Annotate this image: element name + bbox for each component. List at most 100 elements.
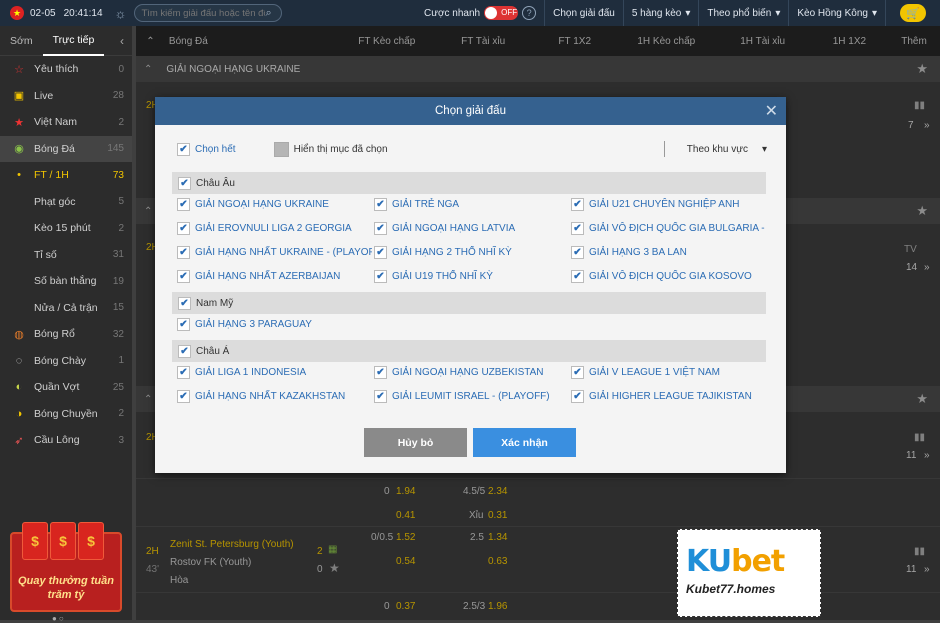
- promo-banner[interactable]: $ $ $ Quay thưởng tuần trăm tỷ: [10, 522, 122, 612]
- sidebar-item-label: Việt Nam: [34, 116, 77, 129]
- sidebar-item-volleyball[interactable]: ◑ Bóng Chuyền 2: [0, 401, 132, 428]
- sidebar-item-favorites[interactable]: ☆ Yêu thích 0: [0, 56, 132, 83]
- choose-league-label: Chọn giải đấu: [553, 7, 615, 19]
- league-checkbox[interactable]: ✔ GIẢI NGOẠI HẠNG LATVIA: [374, 222, 569, 235]
- league-checkbox[interactable]: ✔ GIẢI VÔ ĐỊCH QUỐC GIA KOSOVO: [571, 270, 766, 283]
- check-icon[interactable]: ✔: [571, 390, 584, 403]
- check-icon[interactable]: ✔: [177, 390, 190, 403]
- check-icon[interactable]: ✔: [178, 296, 191, 310]
- check-icon[interactable]: ✔: [374, 246, 387, 259]
- sort-dropdown[interactable]: Theo phổ biến ▾: [698, 0, 788, 26]
- region-checkbox[interactable]: ✔ Châu Á: [172, 340, 766, 362]
- check-icon[interactable]: ✔: [177, 246, 190, 259]
- league-checkbox[interactable]: ✔ GIẢI NGOẠI HẠNG UKRAINE: [177, 198, 372, 211]
- sidebar-item-count: 25: [112, 381, 124, 393]
- sidebar-item-tennis[interactable]: ◐ Quần Vợt 25: [0, 374, 132, 401]
- region-checkbox[interactable]: ✔ Châu Âu: [172, 172, 766, 194]
- search-input[interactable]: [141, 7, 266, 19]
- sidebar-item-live[interactable]: ▣ Live 28: [0, 83, 132, 110]
- league-checkbox[interactable]: ✔ GIẢI NGOẠI HẠNG UZBEKISTAN: [374, 366, 569, 379]
- sidebar-item-15min[interactable]: Kèo 15 phút 2: [0, 215, 132, 242]
- show-selected-checkbox[interactable]: Hiển thị mục đã chọn: [273, 141, 388, 157]
- sidebar-item-vietnam[interactable]: ★ Việt Nam 2: [0, 109, 132, 136]
- check-icon[interactable]: ✔: [177, 198, 190, 211]
- league-checkbox[interactable]: ✔ GIẢI HẠNG 3 PARAGUAY: [177, 318, 372, 331]
- check-icon[interactable]: ✔: [178, 176, 191, 190]
- search-box[interactable]: ⌕: [134, 4, 283, 22]
- sidebar-item-corners[interactable]: Phạt góc 5: [0, 189, 132, 216]
- tab-early[interactable]: Sớm: [0, 26, 43, 56]
- cancel-button[interactable]: Hủy bỏ: [364, 428, 467, 457]
- league-checkbox[interactable]: ✔ GIẢI LIGA 1 INDONESIA: [177, 366, 372, 379]
- check-icon[interactable]: ✔: [374, 222, 387, 235]
- sidebar-item-correct-score[interactable]: Tỉ số 31: [0, 242, 132, 269]
- check-icon[interactable]: ✔: [177, 270, 190, 283]
- check-icon[interactable]: ✔: [177, 318, 190, 331]
- league-checkbox[interactable]: ✔ GIẢI TRẺ NGA: [374, 198, 569, 211]
- sidebar-item-label: Quần Vợt: [34, 381, 80, 394]
- league-checkbox[interactable]: ✔ GIẢI HẠNG 3 BA LAN: [571, 246, 766, 259]
- sidebar: Sớm Trực tiếp ‹ ☆ Yêu thích 0 ▣ Live 28 ★ Việ…: [0, 26, 132, 623]
- league-checkbox[interactable]: ✔ GIẢI U19 THỔ NHĨ KỲ: [374, 270, 569, 283]
- select-all-checkbox[interactable]: ✔ Chọn hết: [177, 142, 236, 156]
- close-icon[interactable]: ✕: [765, 101, 778, 121]
- league-label: GIẢI HẠNG NHẤT UKRAINE - (PLAYOFF): [195, 247, 372, 258]
- tab-live[interactable]: Trực tiếp: [42, 26, 105, 56]
- collapse-icon[interactable]: ‹: [120, 34, 124, 48]
- sidebar-item-half-full[interactable]: Nửa / Cả trận 15: [0, 295, 132, 322]
- region-sort-dropdown[interactable]: Theo khu vực ▾: [663, 141, 767, 157]
- sidebar-item-count: 19: [112, 275, 124, 287]
- league-label: GIẢI U21 CHUYÊN NGHIỆP ANH: [589, 199, 740, 210]
- sidebar-item-label: Kèo 15 phút: [34, 222, 91, 235]
- check-icon[interactable]: ✔: [177, 222, 190, 235]
- theme-sun-icon[interactable]: ☼: [115, 6, 127, 21]
- league-checkbox[interactable]: ✔ GIẢI EROVNULI LIGA 2 GEORGIA: [177, 222, 372, 235]
- region-checkbox[interactable]: ✔ Nam Mỹ: [172, 292, 766, 314]
- cart-icon[interactable]: 🛒: [900, 4, 926, 22]
- tennis-icon: ◐: [15, 381, 23, 394]
- league-checkbox[interactable]: ✔ GIẢI HẠNG NHẤT UKRAINE - (PLAYOFF): [177, 246, 372, 259]
- sidebar-item-soccer[interactable]: ◉ Bóng Đá 145: [0, 135, 132, 162]
- quick-bet-toggle[interactable]: OFF: [484, 6, 519, 20]
- odds-type-dropdown[interactable]: Kèo Hồng Kông ▾: [788, 0, 885, 26]
- check-icon[interactable]: ✔: [177, 142, 190, 156]
- league-checkbox[interactable]: ✔ GIẢI HẠNG NHẤT KAZAKHSTAN: [177, 390, 372, 403]
- league-checkbox[interactable]: ✔ GIẢI HẠNG 2 THỔ NHĨ KỲ: [374, 246, 569, 259]
- sidebar-item-ft-1h[interactable]: • FT / 1H 73: [0, 162, 132, 189]
- check-icon[interactable]: ✔: [374, 198, 387, 211]
- select-all-label: Chọn hết: [195, 143, 236, 155]
- sidebar-item-label: Cầu Lông: [34, 434, 80, 447]
- league-checkbox[interactable]: ✔ GIẢI V LEAGUE 1 VIỆT NAM: [571, 366, 766, 379]
- league-checkbox[interactable]: ✔ GIẢI HIGHER LEAGUE TAJIKISTAN: [571, 390, 766, 403]
- sidebar-item-baseball[interactable]: ◌ Bóng Chày 1: [0, 348, 132, 375]
- search-icon[interactable]: ⌕: [265, 7, 271, 20]
- vn-flag-icon[interactable]: ★: [10, 6, 24, 20]
- league-checkbox[interactable]: ✔ GIẢI U21 CHUYÊN NGHIỆP ANH: [571, 198, 766, 211]
- confirm-button[interactable]: Xác nhận: [473, 428, 576, 457]
- sidebar-item-badminton[interactable]: ➶ Cầu Lông 3: [0, 427, 132, 454]
- check-icon[interactable]: ✔: [374, 366, 387, 379]
- unchecked-box[interactable]: [273, 141, 289, 157]
- choose-league-button[interactable]: Chọn giải đấu: [544, 0, 623, 26]
- check-icon[interactable]: ✔: [571, 198, 584, 211]
- help-icon[interactable]: ?: [522, 6, 537, 20]
- check-icon[interactable]: ✔: [178, 344, 191, 358]
- check-icon[interactable]: ✔: [571, 246, 584, 259]
- volleyball-icon: ◑: [15, 407, 23, 420]
- league-checkbox[interactable]: ✔ GIẢI LEUMIT ISRAEL - (PLAYOFF): [374, 390, 569, 403]
- sidebar-item-basketball[interactable]: ◍ Bóng Rổ 32: [0, 321, 132, 348]
- league-label: GIẢI VÔ ĐỊCH QUỐC GIA KOSOVO: [589, 271, 752, 282]
- odds-rows-dropdown[interactable]: 5 hàng kèo ▾: [622, 0, 699, 26]
- carousel-dots[interactable]: ●○: [52, 614, 66, 623]
- league-checkbox[interactable]: ✔ GIẢI VÔ ĐỊCH QUỐC GIA BULGARIA - (PLA..…: [571, 222, 766, 235]
- sidebar-item-total-goals[interactable]: Số bàn thắng 19: [0, 268, 132, 295]
- check-icon[interactable]: ✔: [374, 270, 387, 283]
- check-icon[interactable]: ✔: [177, 366, 190, 379]
- check-icon[interactable]: ✔: [571, 270, 584, 283]
- check-icon[interactable]: ✔: [571, 222, 584, 235]
- logo-bet: bet: [731, 544, 785, 579]
- chevron-down-icon: ▾: [871, 7, 877, 19]
- check-icon[interactable]: ✔: [374, 390, 387, 403]
- check-icon[interactable]: ✔: [571, 366, 584, 379]
- league-checkbox[interactable]: ✔ GIẢI HẠNG NHẤT AZERBAIJAN: [177, 270, 372, 283]
